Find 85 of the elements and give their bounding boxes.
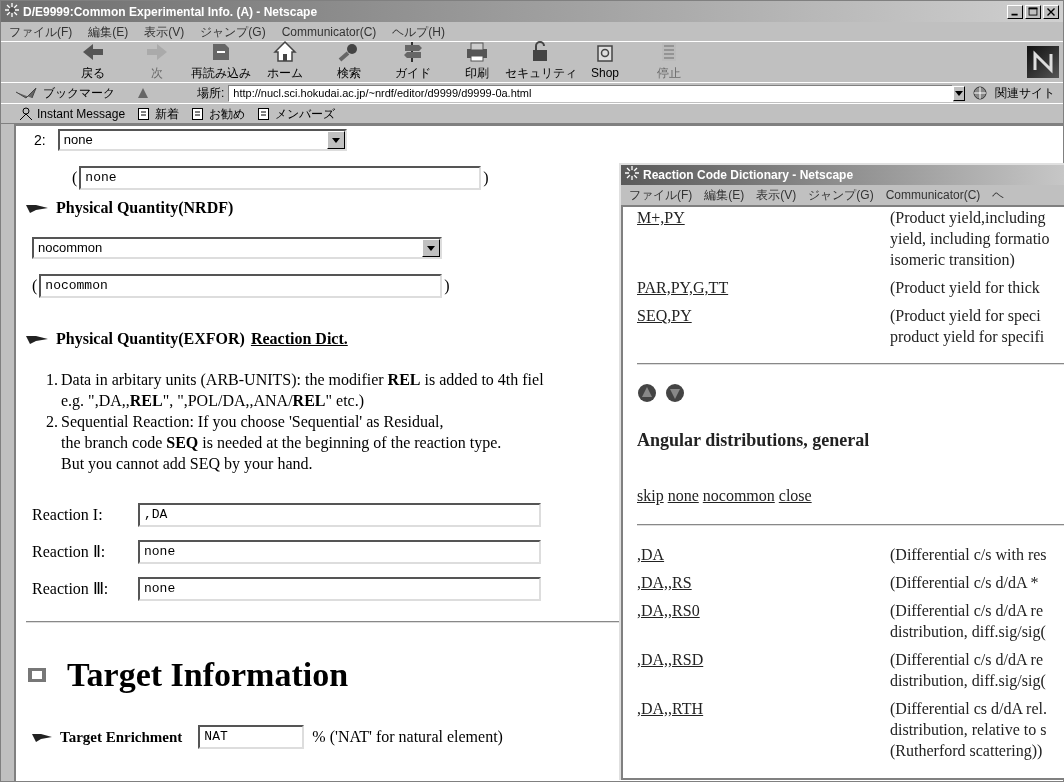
bookmark-link[interactable]: メンバーズ [257,104,336,123]
description-text: (Differential c/s with res [890,545,1047,565]
nav-link[interactable]: none [667,484,699,508]
list-number: 2. [45,412,59,432]
code-link[interactable]: ,DA,,RTH [637,698,890,761]
row-number: 2: [34,130,46,150]
input-field[interactable]: none [138,577,541,601]
menu-item[interactable]: ジャンプ(G) [200,22,266,41]
section-heading: Angular distributions, general [637,429,871,452]
input-field[interactable]: ,DA [138,503,541,527]
field-label: Reaction Ⅲ: [32,579,110,599]
toolbar-button[interactable]: 戻る [61,42,125,82]
input-field[interactable]: none [138,540,541,564]
reaction-dict-link[interactable]: Reaction Dict. [250,327,348,351]
field-label: Reaction Ⅱ: [32,542,107,562]
input-field[interactable]: none [79,166,482,190]
dropdown-select[interactable]: nocommon [32,237,442,259]
field-label: Reaction I: [32,505,104,525]
toolbar-button[interactable]: 検索 [317,42,381,82]
section-heading: Physical Quantity(EXFOR) [56,329,245,350]
document-icon [257,106,272,121]
parenthesis: ( [72,168,78,189]
close-icon[interactable] [1043,4,1059,19]
parenthesis: ) [444,276,450,296]
menu-item[interactable]: 表示(V) [756,186,797,204]
field-label: Target Enrichment [60,727,183,747]
parenthesis: ) [483,168,489,188]
window-title: D/E9999:Common Experimental Info. (A) - Netscape [23,3,318,21]
menu-item[interactable]: ジャンプ(G) [808,186,874,204]
document-icon [137,106,152,121]
menu-item[interactable]: 表示(V) [144,22,185,41]
person-icon [19,106,33,121]
menu-item[interactable]: ファイル(F) [9,22,73,41]
dropdown-select[interactable]: none [57,129,347,151]
nav-link[interactable]: skip [637,484,664,508]
code-link[interactable]: ,DA,,RS [637,572,890,593]
toolbar-button[interactable]: ガイド [381,42,445,82]
code-link[interactable]: ,DA,,RSD [637,649,890,691]
toolbar-button[interactable]: 再読み込み [189,42,253,82]
input-field[interactable]: NAT [198,725,305,749]
code-link[interactable]: PAR,PY,G,TT [637,277,890,298]
hint-text: % ('NAT' for natural element) [311,727,503,748]
input-field[interactable]: nocommon [39,274,443,298]
note-text: Data in arbitary units (ARB-UNITS): the modifier REL is added to 4th fiel e.g. ",DA,,REL", ",POL/DA,,ANA/REL" etc.) [61,370,544,411]
code-link[interactable]: ,DA [637,544,890,565]
menu-item[interactable]: Communicator(C) [281,22,377,41]
menu-item[interactable]: 編集(E) [704,186,745,204]
description-text: (Differential c/s d/dA re distribution, diff.sig/sig( [890,650,1046,691]
netscape-star-icon [625,166,639,180]
netscape-logo-icon [1027,46,1059,78]
nav-link[interactable]: nocommon [702,484,775,508]
parenthesis: ( [32,276,38,297]
maximize-icon[interactable] [1025,4,1041,19]
bookmark-link[interactable]: Instant Message [19,104,126,123]
menu-item[interactable]: 編集(E) [88,22,129,41]
menu-item[interactable]: ファイル(F) [629,186,693,204]
description-text: (Product yield,including yield, including formatio isomeric transition) [890,208,1050,270]
bookmark-link[interactable]: 新着 [137,104,180,123]
document-icon [191,106,206,121]
description-text: (Differential cs d/dA rel. distribution, relative to s (Rutherford scattering)) [890,699,1047,761]
nav-link[interactable]: close [778,484,812,508]
description-text: (Product yield for speci product yield for specifi [890,306,1045,347]
menu-item[interactable]: Communicator(C) [885,186,981,204]
square-bullet-icon [27,667,47,683]
bookmarks-button[interactable]: ブックマーク [15,84,115,102]
minimize-icon[interactable] [1007,4,1023,19]
code-link[interactable]: SEQ,PY [637,305,890,347]
related-sites-button[interactable]: 関連サイト [973,84,1055,102]
list-number: 1. [45,370,59,390]
netscape-star-icon [5,2,19,17]
menu-item[interactable]: ヘ [992,186,1005,204]
menu-item[interactable]: ヘルプ(H) [392,22,445,41]
description-text: (Product yield for thick [890,278,1040,298]
description-text: (Differential c/s d/dA * [890,573,1039,593]
bookmark-link[interactable]: お勧め [191,104,246,123]
description-text: (Differential c/s d/dA re distribution, diff.sig/sig( [890,601,1046,642]
url-field[interactable]: http://nucl.sci.hokudai.ac.jp/~nrdf/editor/d9999/d9999-0a.html [228,84,953,102]
toolbar-button[interactable]: ホーム [253,42,317,82]
section-heading: Physical Quantity(NRDF) [56,198,234,219]
code-link[interactable]: ,DA,,RS0 [637,600,890,642]
window-title: Reaction Code Dictionary - Netscape [643,167,854,184]
location-label: 場所: [197,85,225,102]
page-heading: Target Information [67,655,349,695]
note-text: Sequential Reaction: If you choose 'Sequential' as Residual, the branch code SEQ is needed at the beginning of the reaction type. But you cannot add SEQ by your hand. [61,412,502,474]
code-link[interactable]: M+,PY [637,207,890,270]
